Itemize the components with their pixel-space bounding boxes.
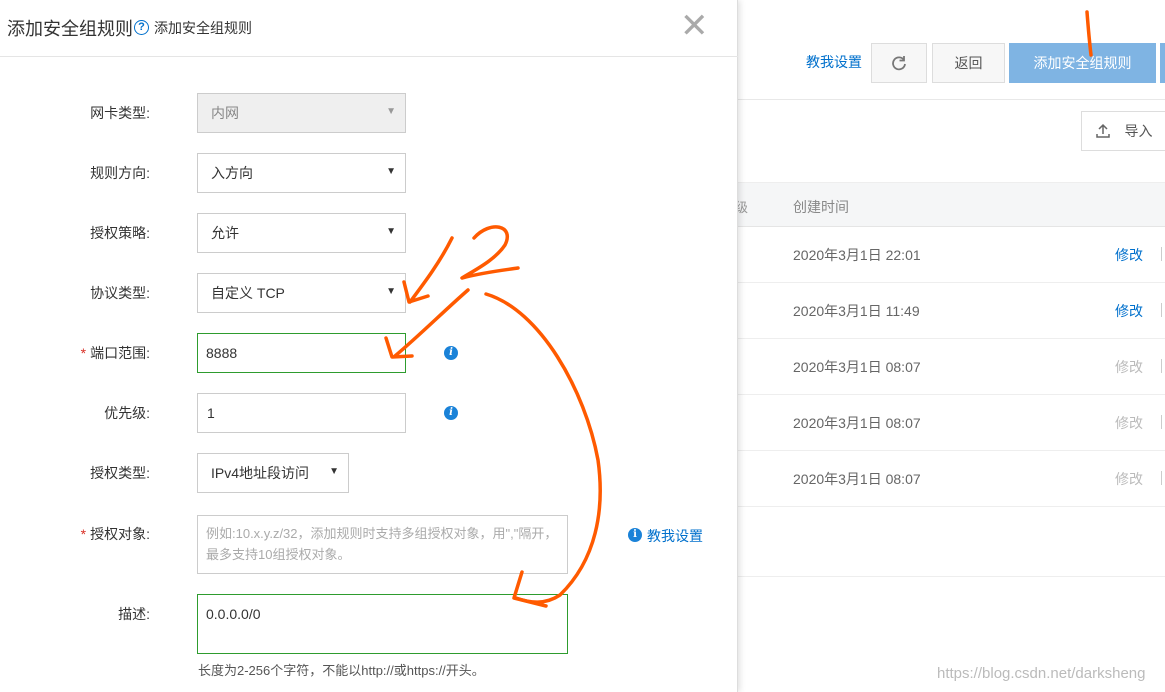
nic-type-value: 内网 (211, 105, 239, 121)
port-range-input[interactable]: 8888 (197, 333, 406, 373)
caret-down-icon: ▼ (386, 106, 396, 117)
table-row: 2020年3月1日 08:07 修改 (738, 339, 1165, 395)
dropdown-button-edge[interactable] (1160, 43, 1165, 83)
priority-value: 1 (207, 405, 215, 421)
caret-down-icon: ▼ (386, 286, 396, 297)
info-icon[interactable]: i (444, 406, 458, 420)
edit-link-disabled: 修改 (1115, 471, 1143, 487)
created-time: 2020年3月1日 22:01 (793, 247, 921, 263)
direction-label: 规则方向: (90, 165, 150, 181)
help-icon[interactable]: ? (134, 20, 149, 35)
dialog-header: 添加安全组规则 ? 添加安全组规则 ✕ (0, 0, 738, 57)
help-link[interactable]: 添加安全组规则 (154, 18, 252, 38)
description-textarea[interactable]: 0.0.0.0/0 (197, 594, 568, 654)
policy-value: 允许 (211, 225, 239, 241)
refresh-button[interactable] (871, 43, 927, 83)
edit-link[interactable]: 修改 (1115, 245, 1143, 265)
priority-label: 优先级: (104, 405, 150, 421)
table-row: 2020年3月1日 22:01 修改 (738, 227, 1165, 283)
description-hint: 长度为2-256个字符，不能以http://或https://开头。 (198, 663, 485, 678)
port-range-label-text: 端口范围: (90, 345, 150, 361)
upload-icon (1095, 123, 1110, 138)
divider (1161, 303, 1162, 317)
nic-type-label: 网卡类型: (90, 105, 150, 121)
add-rule-button[interactable]: 添加安全组规则 (1009, 43, 1156, 83)
auth-type-label: 授权类型: (90, 465, 150, 481)
edit-link-disabled: 修改 (1115, 415, 1143, 431)
nic-type-select: 内网 ▼ (197, 93, 406, 133)
dialog-title: 添加安全组规则 (7, 19, 133, 39)
auth-type-select[interactable]: IPv4地址段访问 ▼ (197, 453, 349, 493)
auth-object-placeholder: 例如:10.x.y.z/32，添加规则时支持多组授权对象，用","隔开，最多支持… (206, 526, 558, 562)
direction-value: 入方向 (211, 165, 253, 181)
table-row: 2020年3月1日 08:07 修改 (738, 451, 1165, 507)
caret-down-icon: ▼ (329, 466, 339, 477)
created-time: 2020年3月1日 08:07 (793, 415, 921, 431)
divider (1161, 471, 1162, 485)
created-time: 2020年3月1日 08:07 (793, 471, 921, 487)
port-range-value: 8888 (206, 345, 238, 361)
refresh-icon (892, 56, 906, 71)
add-rule-dialog: 添加安全组规则 ? 添加安全组规则 ✕ 网卡类型: 内网 ▼ 规则方向: 入方向… (0, 0, 738, 692)
teach-me-link[interactable]: 教我设置 (647, 526, 703, 546)
divider (738, 576, 1165, 577)
policy-select[interactable]: 允许 ▼ (197, 213, 406, 253)
divider (1161, 247, 1162, 261)
protocol-value: 自定义 TCP (211, 285, 285, 301)
protocol-label: 协议类型: (90, 285, 150, 301)
column-header-created: 创建时间 (793, 199, 849, 215)
import-label: 导入 (1124, 123, 1153, 139)
close-icon[interactable]: ✕ (680, 9, 709, 43)
table-row: 2020年3月1日 11:49 修改 (738, 283, 1165, 339)
description-label: 描述: (118, 606, 150, 622)
watermark: https://blog.csdn.net/darksheng (937, 665, 1146, 682)
direction-select[interactable]: 入方向 ▼ (197, 153, 406, 193)
divider (1161, 359, 1162, 373)
caret-down-icon: ▼ (386, 226, 396, 237)
table-row: 2020年3月1日 08:07 修改 (738, 395, 1165, 451)
port-range-label: * 端口范围: (80, 345, 150, 361)
back-button[interactable]: 返回 (932, 43, 1005, 83)
import-button[interactable]: 导入 (1081, 111, 1165, 151)
created-time: 2020年3月1日 11:49 (793, 303, 920, 319)
policy-label: 授权策略: (90, 225, 150, 241)
edit-link[interactable]: 修改 (1115, 301, 1143, 321)
created-time: 2020年3月1日 08:07 (793, 359, 921, 375)
auth-object-label-text: 授权对象: (90, 526, 150, 542)
auth-object-label: * 授权对象: (80, 526, 150, 542)
caret-down-icon: ▼ (386, 166, 396, 177)
divider (1161, 415, 1162, 429)
priority-input[interactable]: 1 (197, 393, 406, 433)
edit-link-disabled: 修改 (1115, 359, 1143, 375)
auth-object-textarea[interactable]: 例如:10.x.y.z/32，添加规则时支持多组授权对象，用","隔开，最多支持… (197, 515, 568, 574)
protocol-select[interactable]: 自定义 TCP ▼ (197, 273, 406, 313)
auth-type-value: IPv4地址段访问 (211, 465, 310, 481)
teach-link[interactable]: 教我设置 (806, 52, 862, 72)
info-icon[interactable]: i (444, 346, 458, 360)
description-value: 0.0.0.0/0 (206, 606, 261, 622)
info-icon: i (628, 528, 642, 542)
